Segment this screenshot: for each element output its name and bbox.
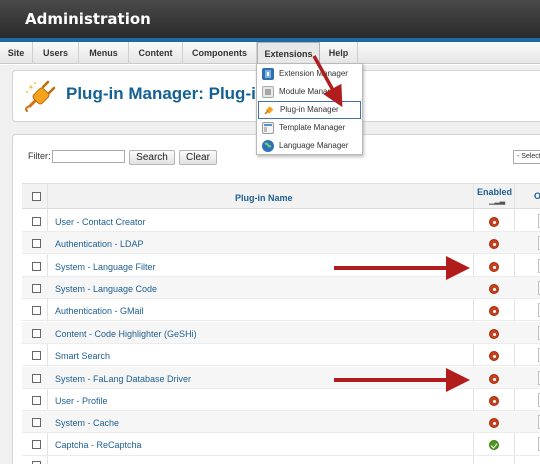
row-checkbox[interactable] (32, 306, 41, 315)
select-all-checkbox[interactable] (32, 192, 41, 201)
plugin-name-link[interactable]: System - Language Code (55, 284, 157, 294)
column-header-name[interactable]: Plug-in Name (235, 193, 293, 203)
admin-header: Administration (0, 0, 540, 38)
plugin-name-link[interactable]: Smart Search (55, 351, 110, 361)
row-checkbox[interactable] (32, 396, 41, 405)
row-checkbox[interactable] (32, 217, 41, 226)
row-checkbox[interactable] (32, 239, 41, 248)
menu-menus[interactable]: Menus (79, 42, 129, 64)
sort-icon: ▁▂▃ (489, 198, 506, 205)
clear-button[interactable]: Clear (179, 150, 217, 165)
module-manager-icon (262, 86, 274, 98)
plugin-name-link[interactable]: Content - Code Highlighter (GeSHi) (55, 329, 197, 339)
disabled-status-icon[interactable] (489, 217, 499, 227)
disabled-status-icon[interactable] (489, 262, 499, 272)
dropdown-item-label: Language Manager (279, 141, 349, 150)
row-checkbox[interactable] (32, 374, 41, 383)
disabled-status-icon[interactable] (489, 418, 499, 428)
plugin-name-link[interactable]: User - Contact Creator (55, 217, 146, 227)
menu-extensions[interactable]: Extensions (257, 42, 320, 64)
disabled-status-icon[interactable] (489, 284, 499, 294)
dropdown-item-label: Module Manager (279, 87, 340, 96)
column-header-enabled[interactable]: Enabled (477, 187, 512, 197)
menu-users[interactable]: Users (33, 42, 79, 64)
filter-label: Filter: (28, 151, 51, 161)
filter-input[interactable] (52, 150, 125, 163)
enabled-status-icon[interactable] (489, 440, 499, 450)
plug-icon (22, 78, 58, 114)
dropdown-item-label: Extension Manager (279, 69, 348, 78)
row-checkbox[interactable] (32, 262, 41, 271)
dropdown-item-label: Plug-in Manager (280, 105, 339, 114)
disabled-status-icon[interactable] (489, 306, 499, 316)
row-checkbox[interactable] (32, 329, 41, 338)
row-checkbox[interactable] (32, 284, 41, 293)
extension-manager-icon (262, 68, 274, 80)
plugin-name-link[interactable]: System - FaLang Database Driver (55, 374, 191, 384)
plugin-name-link[interactable]: Authentication - LDAP (55, 239, 144, 249)
template-manager-icon (262, 122, 274, 134)
extensions-dropdown: Extension Manager Module Manager Plug-in… (256, 63, 363, 155)
dropdown-item-template-manager[interactable]: Template Manager (257, 119, 362, 137)
plugin-name-link[interactable]: System - Cache (55, 418, 119, 428)
disabled-status-icon[interactable] (489, 396, 499, 406)
row-checkbox[interactable] (32, 351, 41, 360)
dropdown-item-language-manager[interactable]: Language Manager (257, 137, 362, 155)
filter-select[interactable]: - Select (513, 150, 540, 164)
row-checkbox[interactable] (32, 440, 41, 449)
menu-site[interactable]: Site (0, 42, 33, 64)
page-title: Plug-in Manager: Plug-ins (66, 84, 276, 103)
dropdown-item-extension-manager[interactable]: Extension Manager (257, 65, 362, 83)
plugin-name-link[interactable]: Authentication - GMail (55, 306, 144, 316)
disabled-status-icon[interactable] (489, 351, 499, 361)
dropdown-item-module-manager[interactable]: Module Manager (257, 83, 362, 101)
dropdown-item-label: Template Manager (279, 123, 346, 132)
plugin-name-link[interactable]: User - Profile (55, 396, 108, 406)
language-manager-icon (262, 140, 274, 152)
plugin-name-link[interactable]: Captcha - ReCaptcha (55, 440, 142, 450)
plugin-name-link[interactable]: System - Language Filter (55, 262, 156, 272)
search-button[interactable]: Search (129, 150, 175, 165)
disabled-status-icon[interactable] (489, 329, 499, 339)
plugin-manager-icon (263, 104, 275, 116)
admin-title: Administration (25, 10, 151, 28)
main-menu: Site Users Menus Content Components Exte… (0, 42, 540, 64)
column-header-next[interactable]: O (534, 191, 540, 201)
menu-help[interactable]: Help (320, 42, 358, 64)
row-checkbox[interactable] (32, 418, 41, 427)
menu-content[interactable]: Content (129, 42, 183, 64)
dropdown-item-plugin-manager[interactable]: Plug-in Manager (258, 101, 361, 119)
disabled-status-icon[interactable] (489, 239, 499, 249)
disabled-status-icon[interactable] (489, 374, 499, 384)
menu-components[interactable]: Components (183, 42, 257, 64)
